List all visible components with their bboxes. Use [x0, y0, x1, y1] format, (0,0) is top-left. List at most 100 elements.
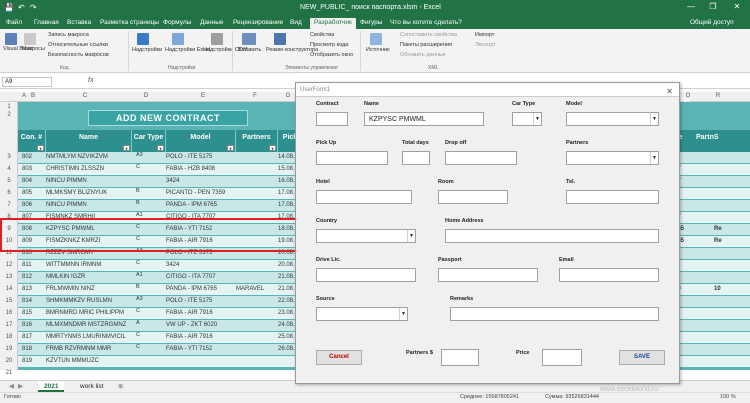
chevron-down-icon[interactable]: ▼	[650, 113, 658, 125]
country-dropdown[interactable]: ▼	[316, 229, 416, 243]
macro-security-button[interactable]: Безопасность макросов	[48, 52, 109, 58]
cell-partners-money[interactable]: Re	[714, 224, 722, 235]
cell-type[interactable]: B	[136, 284, 164, 295]
cell-model[interactable]: 3424	[166, 176, 236, 187]
total-days-field[interactable]	[402, 151, 430, 165]
chevron-down-icon[interactable]: ▼	[650, 152, 658, 164]
cell-partners[interactable]	[236, 176, 278, 187]
cell-partners-money[interactable]: Re	[714, 236, 722, 247]
fx-icon[interactable]: fx	[88, 77, 93, 84]
hotel-field[interactable]	[316, 190, 412, 204]
cell-model[interactable]: CITIGO - ITA 7707	[166, 272, 236, 283]
pick-up-field[interactable]	[316, 151, 388, 165]
source-dropdown[interactable]: ▼	[316, 307, 408, 321]
cell-name[interactable]: FRMB RZVRMNM MMR	[46, 344, 132, 355]
table-row-right[interactable]	[670, 152, 750, 163]
macros-button[interactable]: Макросы	[22, 46, 45, 52]
export-button[interactable]: Экспорт	[475, 42, 496, 48]
col-header[interactable]: A	[20, 93, 28, 99]
cell-type[interactable]: A1	[136, 272, 164, 283]
table-row[interactable]: 818 FRMB RZVRMNM MMR C FABIA - YTI 7152 26.0…	[18, 344, 303, 355]
cell-name[interactable]: NINCU PIMMN	[46, 200, 132, 211]
cell-partners[interactable]	[236, 152, 278, 163]
xml-source-icon[interactable]	[370, 33, 382, 45]
table-row-right[interactable]	[670, 260, 750, 271]
cell-partners[interactable]: MARAVEL	[236, 284, 278, 295]
cell-type[interactable]	[136, 356, 164, 367]
filter-dropdown-icon[interactable]: ▾	[37, 145, 44, 151]
record-macro-button[interactable]: Запись макроса	[48, 32, 89, 38]
table-row-right[interactable]: 385Re	[670, 236, 750, 247]
cell-partners[interactable]	[236, 164, 278, 175]
row-header[interactable]: 2	[0, 110, 18, 121]
row-header[interactable]: 18	[0, 332, 18, 343]
row-header[interactable]: 4	[0, 164, 18, 175]
cell-type[interactable]: B	[136, 188, 164, 199]
cell-num[interactable]: 802	[22, 152, 46, 163]
cell-num[interactable]: 819	[22, 356, 46, 367]
row-header[interactable]: 13	[0, 272, 18, 283]
import-button[interactable]: Импорт	[475, 32, 494, 38]
refresh-data-button[interactable]: Обновить данные	[400, 52, 446, 58]
cell-partners[interactable]	[236, 320, 278, 331]
cell-name[interactable]: MMLKIN IGZR	[46, 272, 132, 283]
col-header[interactable]: E	[198, 93, 208, 99]
cell-name[interactable]: CHRISTIMN ZLSSZN	[46, 164, 132, 175]
cell-name[interactable]: MLMXMNDMR MSTZRGMNZ	[46, 320, 132, 331]
table-row[interactable]: 813 FRLMWMIN NINZ B PANDA - IPM 6765 MARAVEL…	[18, 284, 303, 295]
cell-type[interactable]: C	[136, 308, 164, 319]
cell-type[interactable]: A3	[136, 296, 164, 307]
cell-partners[interactable]	[236, 188, 278, 199]
table-row[interactable]: 802 NMTMLYM NZVIKZVM A3 POLO - ITE 5175 14.0…	[18, 152, 303, 163]
close-button[interactable]: ✕	[726, 2, 748, 14]
table-row-right[interactable]: 87	[670, 212, 750, 223]
cell-num[interactable]: 815	[22, 308, 46, 319]
table-row[interactable]: 812 MMLKIN IGZR A1 CITIGO - ITA 7707 21.08.	[18, 272, 303, 283]
table-row-right[interactable]	[670, 308, 750, 319]
cell-model[interactable]: FABIA - AIR 7916	[166, 308, 236, 319]
tab-view[interactable]: Вид	[290, 18, 302, 29]
cell-name[interactable]: SHMKMMKZV RUSLMN	[46, 296, 132, 307]
scroll-right-icon[interactable]: ▶	[12, 381, 29, 392]
xml-source-button[interactable]: Источник	[366, 47, 389, 53]
table-row[interactable]: 815 BMRNMRD MRIC PHILIPPM C FABIA - AIR 791…	[18, 308, 303, 319]
cell-num[interactable]: 811	[22, 260, 46, 271]
drive-license-field[interactable]	[316, 268, 416, 282]
excel-addins-icon[interactable]	[172, 33, 184, 45]
col-header[interactable]: B	[28, 93, 38, 99]
cell-partners[interactable]	[236, 200, 278, 211]
table-row-right[interactable]	[670, 296, 750, 307]
filter-dropdown-icon[interactable]: ▾	[269, 145, 276, 151]
table-row-right[interactable]: 1010	[670, 284, 750, 295]
undo-icon[interactable]: ↶	[18, 3, 25, 12]
com-addins-icon[interactable]	[211, 33, 223, 45]
table-row-right[interactable]: 385Re	[670, 224, 750, 235]
row-header[interactable]: 14	[0, 284, 18, 295]
email-field[interactable]	[559, 268, 659, 282]
cell-model[interactable]: PANDA - IPM 6765	[166, 284, 236, 295]
addins-icon[interactable]	[137, 33, 149, 45]
cell-type[interactable]: A3	[136, 152, 164, 163]
row-header[interactable]: 17	[0, 320, 18, 331]
map-properties-button[interactable]: Сопоставить свойства	[400, 32, 457, 38]
table-row-right[interactable]	[670, 200, 750, 211]
cell-num[interactable]: 817	[22, 332, 46, 343]
cell-partners[interactable]	[236, 308, 278, 319]
chevron-down-icon[interactable]: ▼	[399, 308, 407, 320]
cell-type[interactable]	[136, 176, 164, 187]
share-button[interactable]: Общий доступ	[690, 18, 734, 29]
restore-button[interactable]: ❐	[702, 2, 724, 14]
tab-file[interactable]: Файл	[6, 18, 22, 29]
cell-type[interactable]: C	[136, 260, 164, 271]
cell-num[interactable]: 816	[22, 320, 46, 331]
chevron-down-icon[interactable]: ▼	[533, 113, 541, 125]
add-new-contract-button[interactable]: ADD NEW CONTRACT	[88, 110, 248, 126]
col-header[interactable]: C	[80, 93, 90, 99]
sheet-tab-work-list[interactable]: work list	[74, 381, 109, 392]
row-header[interactable]: 5	[0, 176, 18, 187]
insert-control-icon[interactable]	[242, 33, 256, 45]
cell-model[interactable]: VW UP - ZKT 6020	[166, 320, 236, 331]
table-row-right[interactable]	[670, 356, 750, 367]
table-row[interactable]: 817 MMRTYNMS LMURINMVICIL C FABIA - AIR 791…	[18, 332, 303, 343]
cell-type[interactable]: C	[136, 344, 164, 355]
